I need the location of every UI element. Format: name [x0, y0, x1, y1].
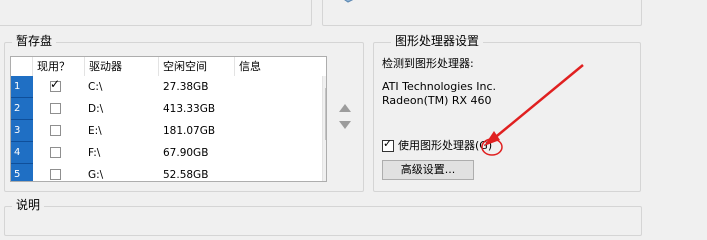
- row-number: 3: [11, 120, 33, 142]
- free-space-cell: 52.58GB: [163, 169, 209, 181]
- gpu-vendor: ATI Technologies Inc.: [382, 80, 497, 93]
- scroll-down-icon[interactable]: [326, 176, 327, 181]
- description-legend: 说明: [12, 198, 45, 212]
- column-header-info[interactable]: 信息: [235, 57, 326, 76]
- gpu-settings-legend: 图形处理器设置: [391, 34, 484, 48]
- table-scrollbar[interactable]: [322, 76, 327, 181]
- drive-cell: G:\: [88, 169, 104, 181]
- table-row[interactable]: 5 G:\ 52.58GB: [11, 164, 326, 181]
- active-checkbox[interactable]: [50, 147, 61, 158]
- checkmark-icon: ✓: [383, 137, 393, 150]
- scrollbar-thumb[interactable]: [325, 88, 326, 140]
- row-number: 5: [11, 164, 33, 181]
- drive-cell: E:\: [88, 125, 102, 137]
- table-row[interactable]: 3 E:\ 181.07GB: [11, 120, 326, 142]
- checkmark-icon: ✓: [50, 77, 61, 91]
- scratch-disk-table[interactable]: 现用？ 驱动器 空闲空间 信息 1 ✓ C:\ 27.38GB 2 D:\ 41…: [10, 56, 327, 182]
- table-row[interactable]: 4 F:\ 67.90GB: [11, 142, 326, 164]
- move-up-icon[interactable]: [339, 104, 351, 112]
- use-gpu-label[interactable]: 使用图形处理器(G): [398, 139, 492, 153]
- gpu-detected-label: 检测到图形处理器:: [382, 57, 474, 70]
- drive-cell: D:\: [88, 103, 104, 115]
- drive-cell: F:\: [88, 147, 101, 159]
- table-header: 现用？ 驱动器 空闲空间 信息: [11, 57, 326, 77]
- active-checkbox[interactable]: ✓: [50, 77, 61, 92]
- free-space-cell: 67.90GB: [163, 147, 209, 159]
- row-number: 4: [11, 142, 33, 164]
- active-checkbox[interactable]: [50, 125, 61, 136]
- free-space-cell: 413.33GB: [163, 103, 216, 115]
- top-right-panel: [322, 0, 642, 26]
- active-checkbox[interactable]: [50, 103, 61, 114]
- free-space-cell: 181.07GB: [163, 125, 216, 137]
- description-group: [4, 206, 642, 236]
- tool-icon: [344, 0, 354, 3]
- column-header-free-space[interactable]: 空闲空间: [159, 57, 235, 76]
- scroll-up-icon[interactable]: [326, 78, 327, 83]
- advanced-settings-button[interactable]: 高级设置...: [382, 160, 474, 180]
- active-checkbox[interactable]: [50, 169, 61, 180]
- column-header-drive[interactable]: 驱动器: [85, 57, 159, 76]
- row-number: 1: [11, 76, 33, 98]
- table-row[interactable]: 2 D:\ 413.33GB: [11, 98, 326, 120]
- row-number: 2: [11, 98, 33, 120]
- table-row[interactable]: 1 ✓ C:\ 27.38GB: [11, 76, 326, 98]
- column-header-active[interactable]: 现用？: [33, 57, 85, 76]
- drive-cell: C:\: [88, 81, 103, 93]
- top-left-panel: [0, 0, 312, 26]
- use-gpu-checkbox[interactable]: ✓: [382, 137, 394, 152]
- row-number-header: [11, 57, 33, 76]
- gpu-model: Radeon(TM) RX 460: [382, 94, 492, 107]
- scratch-disks-legend: 暂存盘: [12, 34, 57, 48]
- move-down-icon[interactable]: [339, 121, 351, 129]
- free-space-cell: 27.38GB: [163, 81, 209, 93]
